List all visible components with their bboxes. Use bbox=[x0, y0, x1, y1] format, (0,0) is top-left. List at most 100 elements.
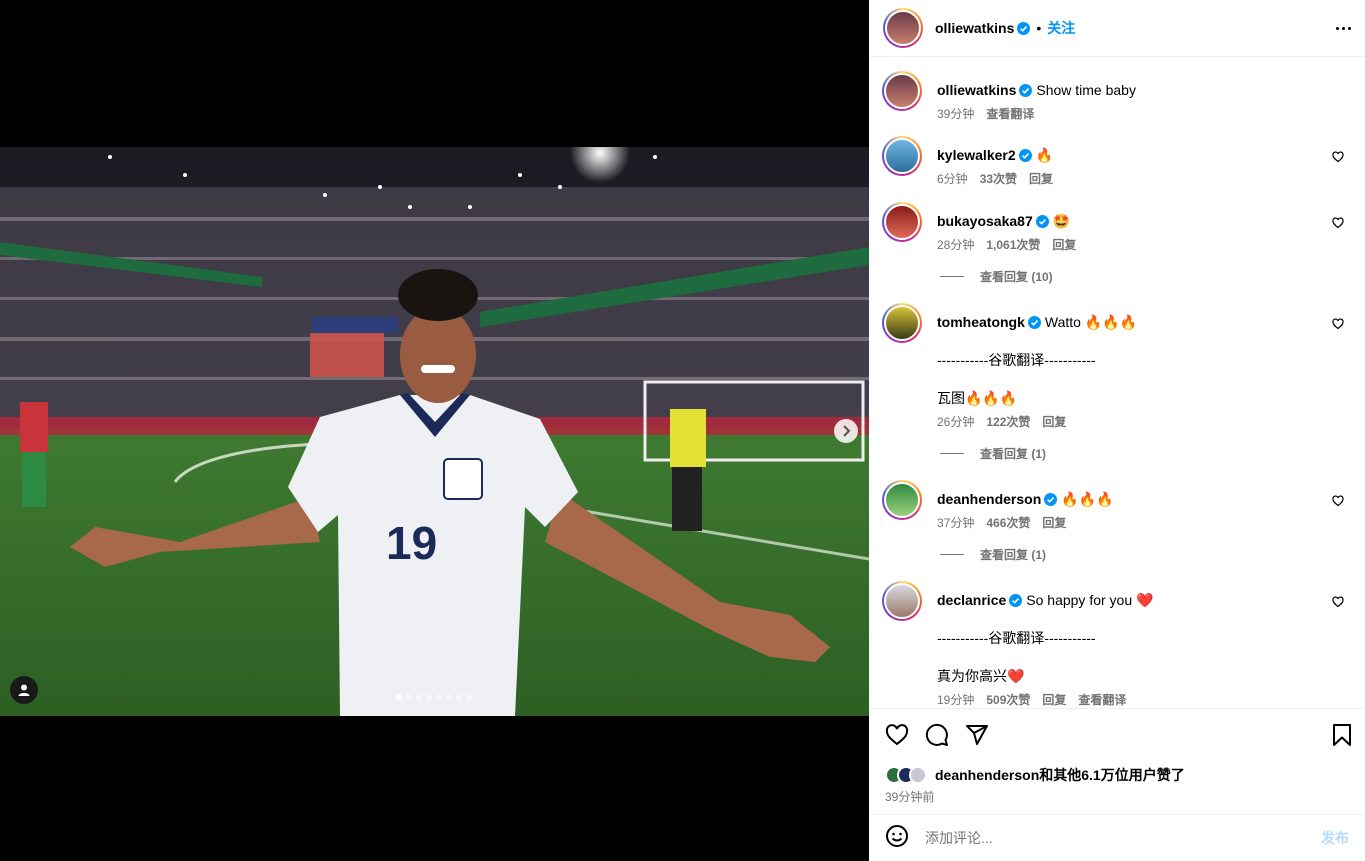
reply-button[interactable]: 回复 bbox=[1052, 236, 1076, 254]
comment-like-icon[interactable] bbox=[1332, 596, 1344, 608]
carousel-indicator bbox=[396, 694, 472, 700]
carousel-dot bbox=[396, 694, 402, 700]
comment-text: 🔥 bbox=[1035, 147, 1054, 163]
replies-divider-line bbox=[940, 554, 964, 555]
view-replies-button[interactable]: 查看回复 (1) bbox=[940, 546, 1046, 563]
comment-like-icon[interactable] bbox=[1332, 151, 1344, 163]
carousel-dot bbox=[416, 694, 422, 700]
commenter-username[interactable]: tomheatongk bbox=[937, 314, 1025, 330]
tagged-users-button[interactable] bbox=[10, 676, 38, 704]
see-translation-button[interactable]: 查看翻译 bbox=[986, 105, 1034, 123]
share-icon[interactable] bbox=[965, 723, 989, 752]
comment-like-icon[interactable] bbox=[1332, 217, 1344, 229]
reply-button[interactable]: 回复 bbox=[1029, 170, 1053, 188]
commenter-avatar[interactable] bbox=[882, 136, 922, 176]
add-comment-bar: 发布 bbox=[869, 815, 1365, 861]
author-username[interactable]: olliewatkins bbox=[935, 20, 1014, 36]
view-replies-label[interactable]: 查看回复 (1) bbox=[980, 445, 1046, 462]
verified-badge-icon bbox=[1009, 594, 1023, 607]
like-icon[interactable] bbox=[885, 723, 909, 752]
translation-label: -----------谷歌翻译----------- bbox=[937, 352, 1096, 368]
commenter-avatar[interactable] bbox=[882, 303, 922, 343]
person-icon bbox=[18, 684, 30, 696]
view-replies-label[interactable]: 查看回复 (10) bbox=[980, 268, 1053, 285]
post-header: olliewatkins • 关注 bbox=[869, 0, 1365, 57]
comment-time[interactable]: 6分钟 bbox=[937, 170, 968, 188]
comment-item: deanhenderson 🔥🔥🔥 37分钟 466次赞 回复 bbox=[882, 480, 1352, 532]
comment-like-icon[interactable] bbox=[1332, 495, 1344, 507]
comment-time[interactable]: 19分钟 bbox=[937, 691, 974, 708]
comment-time[interactable]: 26分钟 bbox=[937, 413, 974, 431]
post-comment-button[interactable]: 发布 bbox=[1321, 828, 1349, 848]
author-avatar[interactable] bbox=[883, 8, 923, 48]
commenter-avatar[interactable] bbox=[882, 202, 922, 242]
replies-divider-line bbox=[940, 276, 964, 277]
comment-item: declanrice So happy for you ❤️ -----------… bbox=[882, 581, 1352, 708]
commenter-username[interactable]: bukayosaka87 bbox=[937, 213, 1033, 229]
commenter-username[interactable]: kylewalker2 bbox=[937, 147, 1016, 163]
save-bookmark-icon[interactable] bbox=[1330, 723, 1354, 752]
comment-likes-count[interactable]: 466次赞 bbox=[986, 514, 1030, 532]
comment-likes-count[interactable]: 122次赞 bbox=[986, 413, 1030, 431]
emoji-icon[interactable] bbox=[885, 824, 909, 853]
commenter-username[interactable]: olliewatkins bbox=[937, 82, 1016, 98]
comment-time[interactable]: 28分钟 bbox=[937, 236, 974, 254]
post-timestamp: 39分钟前 bbox=[885, 790, 935, 804]
commenter-username[interactable]: deanhenderson bbox=[937, 491, 1041, 507]
follow-button[interactable]: 关注 bbox=[1047, 18, 1075, 38]
reply-button[interactable]: 回复 bbox=[1042, 514, 1066, 532]
comment-text: Show time baby bbox=[1036, 82, 1136, 98]
comment-icon[interactable] bbox=[925, 723, 949, 752]
commenter-avatar[interactable] bbox=[882, 581, 922, 621]
verified-badge-icon bbox=[1027, 316, 1041, 329]
comment-likes-count[interactable]: 33次赞 bbox=[980, 170, 1017, 188]
carousel-dot bbox=[466, 694, 472, 700]
comment-likes-count[interactable]: 509次赞 bbox=[986, 691, 1030, 708]
carousel-dot bbox=[426, 694, 432, 700]
comment-time[interactable]: 39分钟 bbox=[937, 105, 974, 123]
verified-badge-icon bbox=[1019, 84, 1033, 97]
post-actions-bar: deanhenderson和其他6.1万位用户赞了 39分钟前 bbox=[869, 708, 1365, 815]
translation-label: -----------谷歌翻译----------- bbox=[937, 630, 1096, 646]
verified-badge-icon bbox=[1035, 215, 1049, 228]
header-separator: • bbox=[1036, 20, 1042, 36]
commenter-avatar[interactable] bbox=[882, 480, 922, 520]
see-translation-button[interactable]: 查看翻译 bbox=[1078, 691, 1126, 708]
comments-list[interactable]: olliewatkins Show time baby 39分钟 查看翻译 kylewa… bbox=[869, 57, 1365, 708]
comment-text: 🔥🔥🔥 bbox=[1061, 491, 1114, 507]
next-slide-button[interactable] bbox=[834, 419, 858, 443]
comment-item: olliewatkins Show time baby 39分钟 查看翻译 bbox=[882, 71, 1352, 123]
comment-item: kylewalker2 🔥 6分钟 33次赞 回复 bbox=[882, 136, 1352, 188]
carousel-dot bbox=[406, 694, 412, 700]
comment-input[interactable] bbox=[925, 830, 1321, 846]
svg-text:19: 19 bbox=[386, 517, 437, 569]
commenter-username[interactable]: declanrice bbox=[937, 592, 1006, 608]
comment-text: So happy for you ❤️ bbox=[1026, 592, 1154, 608]
verified-badge-icon bbox=[1018, 149, 1032, 162]
post-photo[interactable]: 19 bbox=[0, 147, 869, 716]
view-replies-button[interactable]: 查看回复 (10) bbox=[940, 268, 1053, 285]
carousel-dot bbox=[436, 694, 442, 700]
likes-summary[interactable]: deanhenderson和其他6.1万位用户赞了 bbox=[885, 765, 1185, 785]
likes-text[interactable]: deanhenderson和其他6.1万位用户赞了 bbox=[935, 765, 1185, 785]
chevron-right-icon bbox=[843, 425, 851, 437]
comment-like-icon[interactable] bbox=[1332, 318, 1344, 330]
reply-button[interactable]: 回复 bbox=[1042, 691, 1066, 708]
media-viewer: 19 bbox=[0, 0, 869, 861]
more-options-icon[interactable] bbox=[1336, 26, 1351, 30]
comment-likes-count[interactable]: 1,061次赞 bbox=[986, 236, 1040, 254]
verified-badge-icon bbox=[1017, 21, 1031, 35]
reply-button[interactable]: 回复 bbox=[1042, 413, 1066, 431]
replies-divider-line bbox=[940, 453, 964, 454]
commenter-avatar[interactable] bbox=[882, 71, 922, 111]
carousel-dot bbox=[456, 694, 462, 700]
comment-time[interactable]: 37分钟 bbox=[937, 514, 974, 532]
comment-item: tomheatongk Watto 🔥🔥🔥 -----------谷歌翻译-----… bbox=[882, 303, 1352, 431]
post-side-panel: olliewatkins • 关注 olliewatkins Show time … bbox=[869, 0, 1365, 861]
verified-badge-icon bbox=[1044, 493, 1058, 506]
view-replies-button[interactable]: 查看回复 (1) bbox=[940, 445, 1046, 462]
comment-item: bukayosaka87 🤩 28分钟 1,061次赞 回复 bbox=[882, 202, 1352, 254]
view-replies-label[interactable]: 查看回复 (1) bbox=[980, 546, 1046, 563]
translated-text: 瓦图🔥🔥🔥 bbox=[937, 390, 1018, 406]
liker-avatars bbox=[885, 766, 927, 784]
